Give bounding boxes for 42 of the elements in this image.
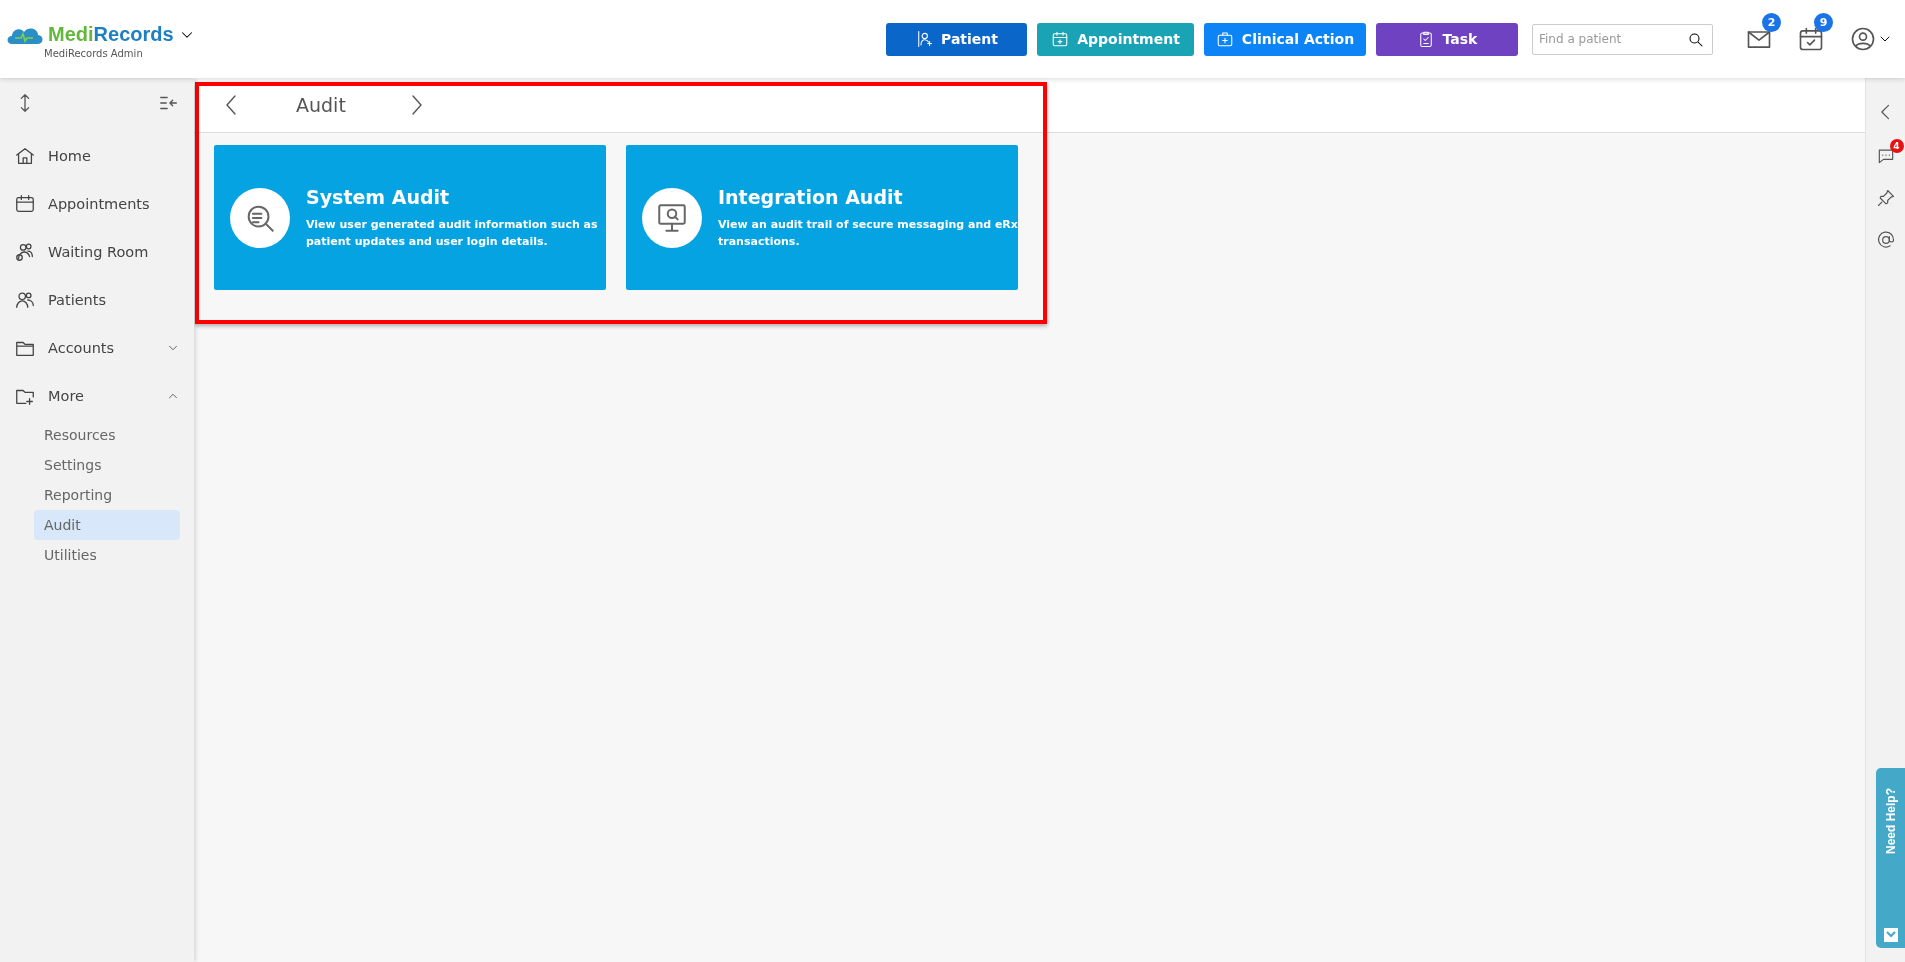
nav-subitem[interactable]: Resources bbox=[34, 420, 180, 450]
user-avatar-icon[interactable] bbox=[1849, 25, 1877, 53]
calendar-plus-icon bbox=[1051, 30, 1070, 48]
new-patient-button[interactable]: Patient bbox=[886, 22, 1027, 56]
search-icon bbox=[1687, 30, 1705, 49]
card-description: View an audit trail of secure messaging and eRx transactions. bbox=[718, 216, 1018, 250]
home-icon bbox=[14, 145, 36, 167]
pin-icon[interactable] bbox=[1875, 188, 1896, 208]
calendar-check-icon[interactable] bbox=[1797, 25, 1825, 53]
notification-badge: 4 bbox=[1889, 139, 1904, 153]
new-appointment-button[interactable]: Appointment bbox=[1037, 22, 1194, 56]
nav-subitem[interactable]: Utilities bbox=[34, 540, 180, 570]
people-clock-icon bbox=[14, 241, 36, 263]
notification-badge: 2 bbox=[1762, 13, 1781, 32]
audit-card[interactable]: System Audit View user generated audit information such as patient updates and user login details. bbox=[214, 145, 606, 290]
nav-item[interactable]: Patients bbox=[14, 276, 180, 324]
new-clinical-action-button[interactable]: Clinical Action bbox=[1204, 22, 1366, 56]
audit-card[interactable]: Integration Audit View an audit trail of secure messaging and eRx transactions. bbox=[626, 145, 1018, 290]
person-add-icon bbox=[915, 30, 933, 48]
help-tab[interactable]: Need Help? bbox=[1876, 768, 1905, 948]
calendar-icon bbox=[14, 193, 36, 215]
organisation-name: MediRecords Admin bbox=[44, 48, 144, 59]
patient-search-field[interactable]: Find a patient bbox=[1532, 23, 1713, 55]
nav-item[interactable]: Home bbox=[14, 132, 180, 180]
card-title: System Audit bbox=[306, 185, 451, 208]
medical-kit-icon bbox=[1215, 30, 1234, 48]
people-icon bbox=[14, 289, 36, 311]
nav-item[interactable]: More bbox=[14, 372, 180, 420]
page-title: Audit bbox=[296, 94, 346, 116]
nav-item[interactable]: Waiting Room bbox=[14, 228, 180, 276]
nav-item[interactable]: Appointments bbox=[14, 180, 180, 228]
nav-item[interactable]: Accounts bbox=[14, 324, 180, 372]
brand-name: MediRecords bbox=[48, 23, 174, 46]
at-sign-icon[interactable] bbox=[1875, 230, 1896, 250]
nav-subitem[interactable]: Settings bbox=[34, 450, 180, 480]
nav-subitem[interactable]: Reporting bbox=[34, 480, 180, 510]
chevron-box-icon bbox=[1883, 928, 1898, 942]
card-description: View user generated audit information such as patient updates and user login details. bbox=[306, 216, 599, 250]
notification-badge: 9 bbox=[1814, 13, 1833, 32]
nav-subitem[interactable]: Audit bbox=[34, 510, 180, 540]
card-title: Integration Audit bbox=[718, 185, 904, 208]
new-task-button[interactable]: Task bbox=[1376, 22, 1518, 56]
